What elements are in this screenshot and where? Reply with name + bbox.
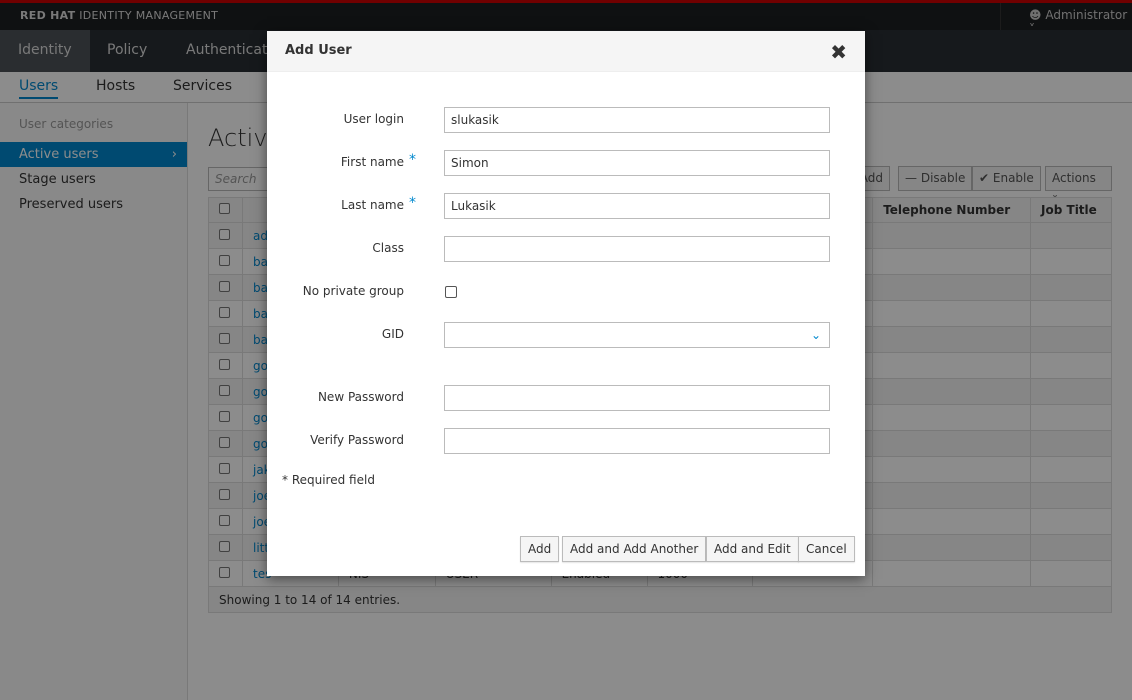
new-password-row: New Password <box>267 385 865 411</box>
no-private-group-row: No private group <box>267 279 865 305</box>
verify-password-row: Verify Password <box>267 428 865 454</box>
class-row: Class <box>267 236 865 262</box>
first-name-row: First name * Simon <box>267 150 865 176</box>
chevron-down-icon: ⌄ <box>810 328 821 342</box>
add-user-dialog: Add User ✖ User login slukasik First nam… <box>267 31 865 576</box>
gid-select[interactable]: ⌄ <box>444 322 830 348</box>
verify-password-input[interactable] <box>444 428 830 454</box>
add-and-add-another-button[interactable]: Add and Add Another <box>562 536 707 562</box>
last-name-row: Last name * Lukasik <box>267 193 865 219</box>
close-icon[interactable]: ✖ <box>830 40 847 64</box>
required-asterisk: * <box>409 195 416 211</box>
required-asterisk: * <box>409 152 416 168</box>
first-name-input[interactable]: Simon <box>444 150 830 176</box>
user-login-input[interactable]: slukasik <box>444 107 830 133</box>
add-button[interactable]: Add <box>520 536 560 562</box>
no-private-group-checkbox[interactable] <box>445 286 457 298</box>
add-and-edit-button[interactable]: Add and Edit <box>706 536 799 562</box>
required-note: * Required field <box>282 473 375 487</box>
new-password-input[interactable] <box>444 385 830 411</box>
cancel-button[interactable]: Cancel <box>798 536 855 562</box>
dialog-title: Add User <box>267 31 865 72</box>
user-login-row: User login slukasik <box>267 107 865 133</box>
last-name-input[interactable]: Lukasik <box>444 193 830 219</box>
class-input[interactable] <box>444 236 830 262</box>
gid-row: GID ⌄ <box>267 322 865 348</box>
